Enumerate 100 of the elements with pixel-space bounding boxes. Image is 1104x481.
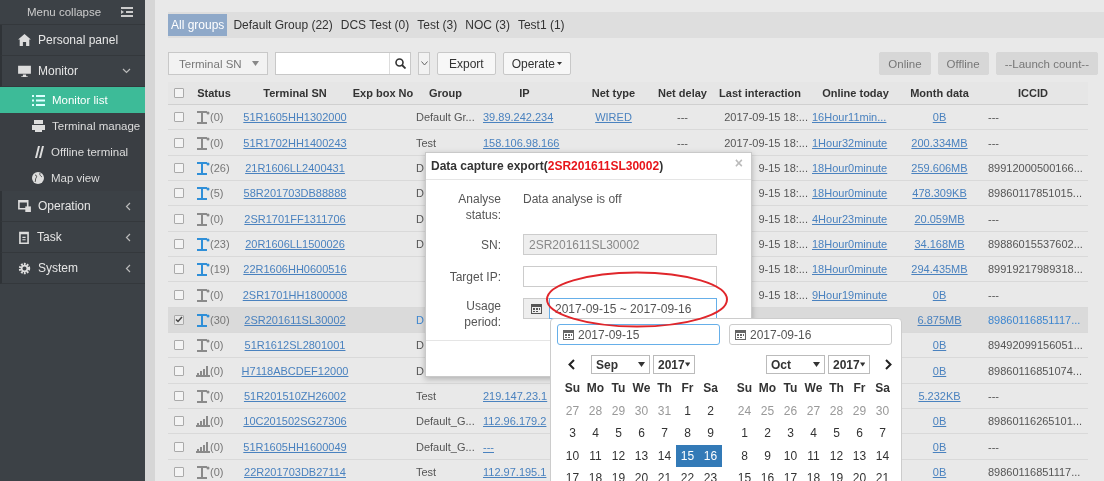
- data-usage-link[interactable]: 20.059MB: [914, 212, 965, 225]
- row-checkbox[interactable]: [174, 289, 184, 300]
- calendar-day[interactable]: 5: [607, 422, 630, 445]
- serial-link[interactable]: 58R201703DB88888: [243, 187, 347, 200]
- calendar-day[interactable]: 2: [699, 399, 722, 422]
- calendar-day[interactable]: 1: [733, 422, 756, 445]
- row-checkbox[interactable]: [174, 213, 184, 224]
- calendar-day[interactable]: 4: [802, 422, 825, 445]
- ip-link[interactable]: 39.89.242.234: [483, 111, 554, 124]
- serial-link[interactable]: 51R1605HH1302000: [243, 111, 347, 124]
- ip-link[interactable]: ---: [483, 440, 494, 453]
- row-checkbox[interactable]: [174, 112, 184, 123]
- duration-link[interactable]: 18Hour0minute: [812, 161, 888, 174]
- data-usage-link[interactable]: 0B: [932, 415, 947, 428]
- row-checkbox[interactable]: [174, 264, 184, 275]
- row-checkbox[interactable]: [174, 441, 184, 452]
- row-checkbox[interactable]: [174, 340, 184, 351]
- data-usage-link[interactable]: 478.309KB: [912, 187, 967, 200]
- calendar-day[interactable]: 14: [871, 444, 894, 467]
- calendar-day[interactable]: 3: [779, 422, 802, 445]
- previous-month-icon[interactable]: [568, 359, 575, 370]
- row-checkbox[interactable]: [174, 238, 184, 249]
- serial-link[interactable]: 21R1606LL2400431: [245, 161, 345, 174]
- ip-link[interactable]: 112.96.179.2: [483, 415, 547, 428]
- row-checkbox[interactable]: [174, 162, 184, 173]
- group-tab[interactable]: Test1 (1): [515, 14, 567, 36]
- data-usage-link[interactable]: 0B: [932, 440, 947, 453]
- nav-item[interactable]: Terminal manage: [0, 113, 145, 139]
- row-checkbox[interactable]: [174, 416, 184, 427]
- search-by-select[interactable]: Terminal SN: [168, 52, 268, 75]
- dropdown-button[interactable]: [418, 52, 430, 75]
- duration-link[interactable]: 16Hour11min...: [812, 111, 887, 124]
- row-checkbox[interactable]: [174, 188, 184, 199]
- serial-link[interactable]: 2SR1701HH1800008: [242, 288, 348, 301]
- net-type-link[interactable]: WIRED: [595, 111, 632, 124]
- calendar-day[interactable]: 7: [653, 422, 676, 445]
- month-select[interactable]: Oct: [766, 355, 825, 374]
- serial-link[interactable]: 51R1612SL2801001: [244, 339, 346, 352]
- calendar-day[interactable]: 1: [676, 399, 699, 422]
- data-usage-link[interactable]: 0B: [932, 466, 947, 478]
- calendar-day[interactable]: 13: [848, 444, 871, 467]
- row-checkbox[interactable]: [174, 365, 184, 376]
- year-select[interactable]: 2017: [653, 355, 695, 374]
- export-button[interactable]: Export: [437, 52, 496, 75]
- serial-link[interactable]: H7118ABCDEF12000: [241, 364, 349, 377]
- calendar-day[interactable]: 3: [561, 422, 584, 445]
- calendar-day[interactable]: 15: [676, 444, 699, 467]
- serial-link[interactable]: 22R1606HH0600516: [243, 263, 347, 276]
- serial-link[interactable]: 22R201703DB27114: [244, 466, 346, 478]
- ip-link[interactable]: 112.97.195.1: [483, 466, 547, 478]
- calendar-day[interactable]: 4: [584, 422, 607, 445]
- target-ip-field[interactable]: [523, 266, 717, 287]
- duration-link[interactable]: 9Hour19minute: [812, 288, 888, 301]
- data-usage-link[interactable]: 0B: [932, 111, 947, 124]
- duration-link[interactable]: 18Hour0minute: [812, 187, 888, 200]
- serial-link[interactable]: 2SR1701FF1311706: [244, 212, 346, 225]
- ip-link[interactable]: 219.147.23.1: [483, 389, 548, 402]
- calendar-day[interactable]: 12: [825, 444, 848, 467]
- row-checkbox[interactable]: [174, 314, 184, 325]
- calendar-day[interactable]: 2: [756, 422, 779, 445]
- search-field[interactable]: [275, 52, 411, 75]
- calendar-day[interactable]: 10: [561, 444, 584, 467]
- duration-link[interactable]: 1Hour32minute: [812, 136, 888, 149]
- date-field[interactable]: 2017-09-16: [729, 324, 892, 345]
- ip-link[interactable]: 158.106.98.166: [483, 136, 560, 149]
- calendar-day[interactable]: 10: [779, 444, 802, 467]
- data-usage-link[interactable]: 0B: [932, 339, 947, 352]
- calendar-day[interactable]: 13: [630, 444, 653, 467]
- row-checkbox[interactable]: [174, 467, 184, 477]
- next-month-icon[interactable]: [885, 359, 892, 370]
- calendar-day[interactable]: 8: [733, 444, 756, 467]
- date-field[interactable]: 2017-09-15: [557, 324, 720, 345]
- data-usage-link[interactable]: 5.232KB: [918, 389, 961, 402]
- calendar-day[interactable]: 8: [676, 422, 699, 445]
- group-tab[interactable]: NOC (3): [463, 14, 512, 36]
- data-usage-link[interactable]: 294.435MB: [911, 263, 968, 276]
- group-tab[interactable]: Test (3): [415, 14, 460, 36]
- serial-link[interactable]: 51R1702HH1400243: [243, 136, 347, 149]
- group-tab[interactable]: DCS Test (0): [338, 14, 412, 36]
- serial-link[interactable]: 20R1606LL1500026: [245, 237, 345, 250]
- data-usage-link[interactable]: 259.606MB: [911, 161, 968, 174]
- serial-link[interactable]: 51R1605HH1600049: [243, 440, 347, 453]
- duration-link[interactable]: 18Hour0minute: [812, 237, 888, 250]
- data-usage-link[interactable]: 0B: [932, 364, 947, 377]
- row-checkbox[interactable]: [174, 137, 184, 148]
- calendar-day[interactable]: 6: [630, 422, 653, 445]
- calendar-day[interactable]: 7: [871, 422, 894, 445]
- nav-item[interactable]: Offline terminal: [0, 139, 145, 165]
- data-usage-link[interactable]: 34.168MB: [914, 237, 965, 250]
- calendar-day[interactable]: 9: [699, 422, 722, 445]
- year-select[interactable]: 2017: [828, 355, 870, 374]
- serial-link[interactable]: 51R201510ZH26002: [243, 389, 347, 402]
- calendar-day[interactable]: 6: [848, 422, 871, 445]
- calendar-day[interactable]: 16: [699, 444, 722, 467]
- indent-icon[interactable]: [121, 7, 133, 17]
- calendar-day[interactable]: 5: [825, 422, 848, 445]
- menu-collapse-label[interactable]: Menu collapse: [27, 6, 102, 18]
- group-tab[interactable]: Default Group (22): [231, 14, 335, 36]
- row-checkbox[interactable]: [174, 390, 184, 401]
- data-usage-link[interactable]: 0B: [932, 288, 947, 301]
